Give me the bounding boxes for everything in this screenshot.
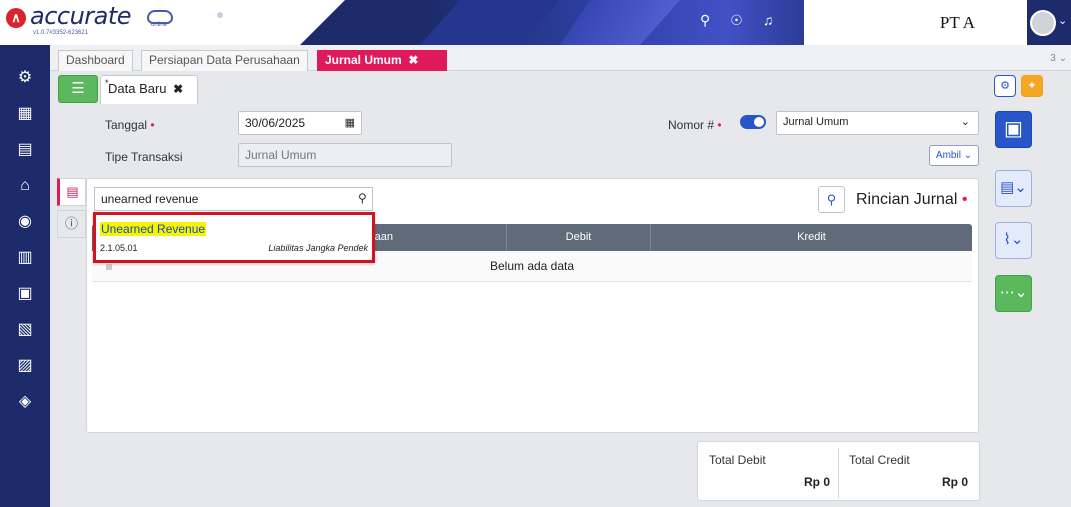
result-account-code: 2.1.05.01 [100, 243, 138, 253]
version-text: v1.0.7#3352-623621 [33, 30, 89, 36]
more-actions-button[interactable]: ⋯⌄ [995, 275, 1032, 312]
sales-icon[interactable]: ▥ [14, 247, 36, 269]
inventory-icon[interactable]: ▧ [14, 319, 36, 341]
divider [838, 448, 839, 498]
tab-count[interactable]: 3 ⌄ [1050, 53, 1067, 64]
calendar-icon[interactable]: ▦ [345, 116, 355, 129]
help-icon[interactable]: ☉ [730, 12, 743, 29]
chevron-down-icon: ⌄ [960, 116, 970, 128]
nomor-label: Nomor # • [668, 118, 722, 132]
detail-tabs: ▤ ⓘ [57, 178, 86, 238]
status-dot-icon [217, 12, 223, 18]
account-search-input[interactable]: unearned revenue [94, 187, 373, 211]
tab-data-baru[interactable]: * Data Baru ✖ [100, 75, 198, 104]
search-icon[interactable]: ⚲ [358, 191, 367, 205]
save-button[interactable]: ▣ [995, 111, 1032, 148]
chevron-down-icon[interactable]: ⌄ [1058, 14, 1067, 27]
totals-box: Total Debit Rp 0 Total Credit Rp 0 [697, 441, 980, 501]
grid-header-kredit[interactable]: Kredit [650, 224, 972, 251]
tab-bar: Dashboard Persiapan Data Perusahaan Jurn… [50, 45, 1071, 71]
company-name[interactable]: PT A [940, 13, 975, 33]
settings-button[interactable]: ⚙ [994, 75, 1016, 97]
attachment-button[interactable]: ⌇⌄ [995, 222, 1032, 259]
rincian-jurnal-title: Rincian Jurnal • [856, 191, 968, 208]
total-credit-label: Total Credit [849, 453, 910, 467]
nomor-select[interactable]: Jurnal Umum ⌄ [776, 111, 979, 135]
notification-bell-icon[interactable]: ♫ [763, 12, 774, 29]
tipe-transaksi-field: Jurnal Umum [238, 143, 452, 167]
total-credit-value: Rp 0 [942, 475, 969, 489]
settings-icon[interactable]: ⚙ [14, 67, 36, 89]
result-account-type: Liabilitas Jangka Pendek [268, 243, 368, 253]
top-icons: ⚲ ☉ ♫ [700, 12, 773, 29]
cash-icon[interactable]: ◉ [14, 211, 36, 233]
subtab-label: Data Baru [108, 81, 167, 96]
accurate-logo-icon[interactable]: ∧ [6, 8, 26, 28]
tab-label: Jurnal Umum [325, 53, 402, 67]
rincian-search-button[interactable]: ⚲ [818, 186, 845, 213]
purchase-icon[interactable]: ▣ [14, 283, 36, 305]
report-icon[interactable]: ▨ [14, 355, 36, 377]
tab-persiapan-data[interactable]: Persiapan Data Perusahaan [141, 50, 308, 71]
tanggal-field[interactable]: 30/06/2025 ▦ [238, 111, 362, 135]
brand-name[interactable]: accurate [30, 2, 132, 30]
tips-button[interactable]: ✦ [1021, 75, 1043, 97]
brand-sub: online [151, 22, 168, 28]
ledger-icon[interactable]: ▤ [14, 139, 36, 161]
sidebar: ⚙ ▦ ▤ ⌂ ◉ ▥ ▣ ▧ ▨ ◈ [0, 45, 50, 507]
top-bar: ∧ accurate online v1.0.7#3352-623621 ⚲ ☉… [0, 0, 1071, 45]
total-debit-value: Rp 0 [804, 475, 831, 489]
search-result-dropdown[interactable]: Unearned Revenue 2.1.05.01 Liabilitas Ja… [93, 212, 375, 263]
info-icon[interactable]: ⓘ [57, 210, 86, 238]
nomor-auto-toggle[interactable] [740, 115, 766, 129]
close-icon[interactable]: ✖ [408, 53, 418, 67]
total-debit-label: Total Debit [709, 453, 766, 467]
avatar[interactable] [1030, 10, 1056, 36]
ambil-button[interactable]: Ambil ⌄ [929, 145, 979, 166]
tab-label: Dashboard [66, 53, 125, 67]
grid-header-debit[interactable]: Debit [506, 224, 650, 251]
bank-icon[interactable]: ⌂ [14, 175, 36, 197]
company-box: PT A [804, 0, 1027, 45]
list-view-button[interactable]: ☰ [58, 75, 98, 103]
tab-dashboard[interactable]: Dashboard [58, 50, 133, 71]
brand-area: ∧ accurate online v1.0.7#3352-623621 [0, 0, 345, 45]
unsaved-marker: * [105, 78, 109, 88]
detail-tab-document-icon[interactable]: ▤ [57, 178, 86, 206]
result-account-name[interactable]: Unearned Revenue [100, 222, 207, 236]
tanggal-label: Tanggal • [105, 118, 155, 132]
company-icon[interactable]: ▦ [14, 103, 36, 125]
tab-jurnal-umum[interactable]: Jurnal Umum ✖ [317, 50, 447, 71]
search-icon[interactable]: ⚲ [700, 12, 710, 29]
tipe-transaksi-label: Tipe Transaksi [105, 150, 183, 164]
close-icon[interactable]: ✖ [173, 82, 183, 96]
tab-label: Persiapan Data Perusahaan [149, 53, 300, 67]
document-menu-button[interactable]: ▤⌄ [995, 170, 1032, 207]
tools-icon[interactable]: ◈ [14, 391, 36, 413]
